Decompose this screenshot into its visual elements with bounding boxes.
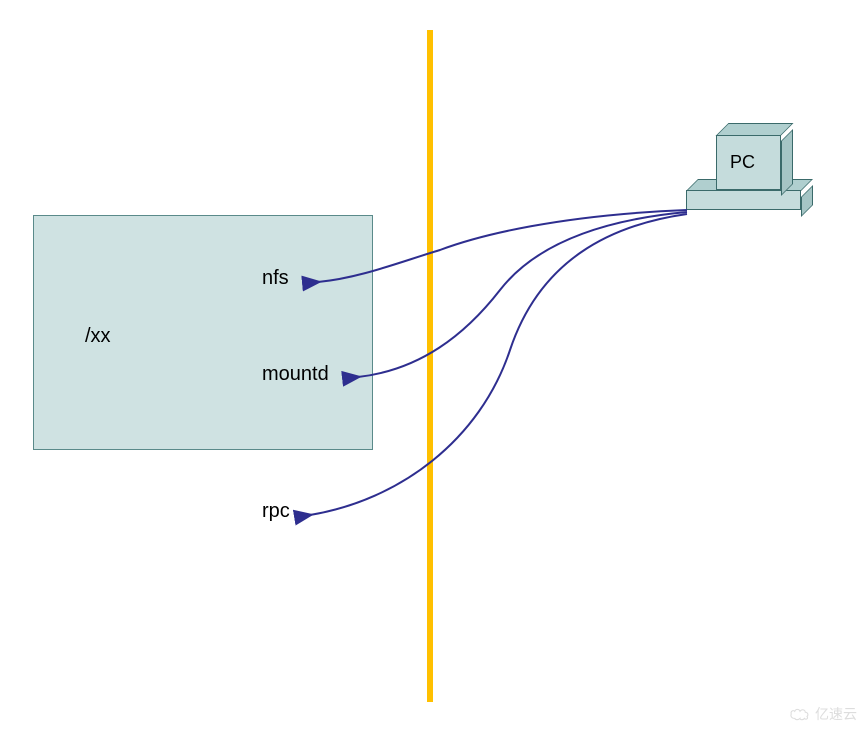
nfs-service-label: nfs [262, 267, 289, 290]
watermark: 亿速云 [789, 704, 857, 724]
pc-base-side-face [801, 185, 813, 217]
rpc-service-label: rpc [262, 500, 290, 523]
mountd-service-label: mountd [262, 363, 329, 386]
curve-pc-to-nfs [318, 210, 687, 282]
cloud-icon [789, 707, 811, 721]
curve-pc-to-mountd [358, 212, 687, 377]
firewall-divider [427, 30, 433, 702]
share-box [33, 215, 373, 450]
pc-label: PC [730, 152, 755, 173]
share-label: /xx [85, 325, 111, 348]
watermark-text: 亿速云 [815, 704, 857, 724]
